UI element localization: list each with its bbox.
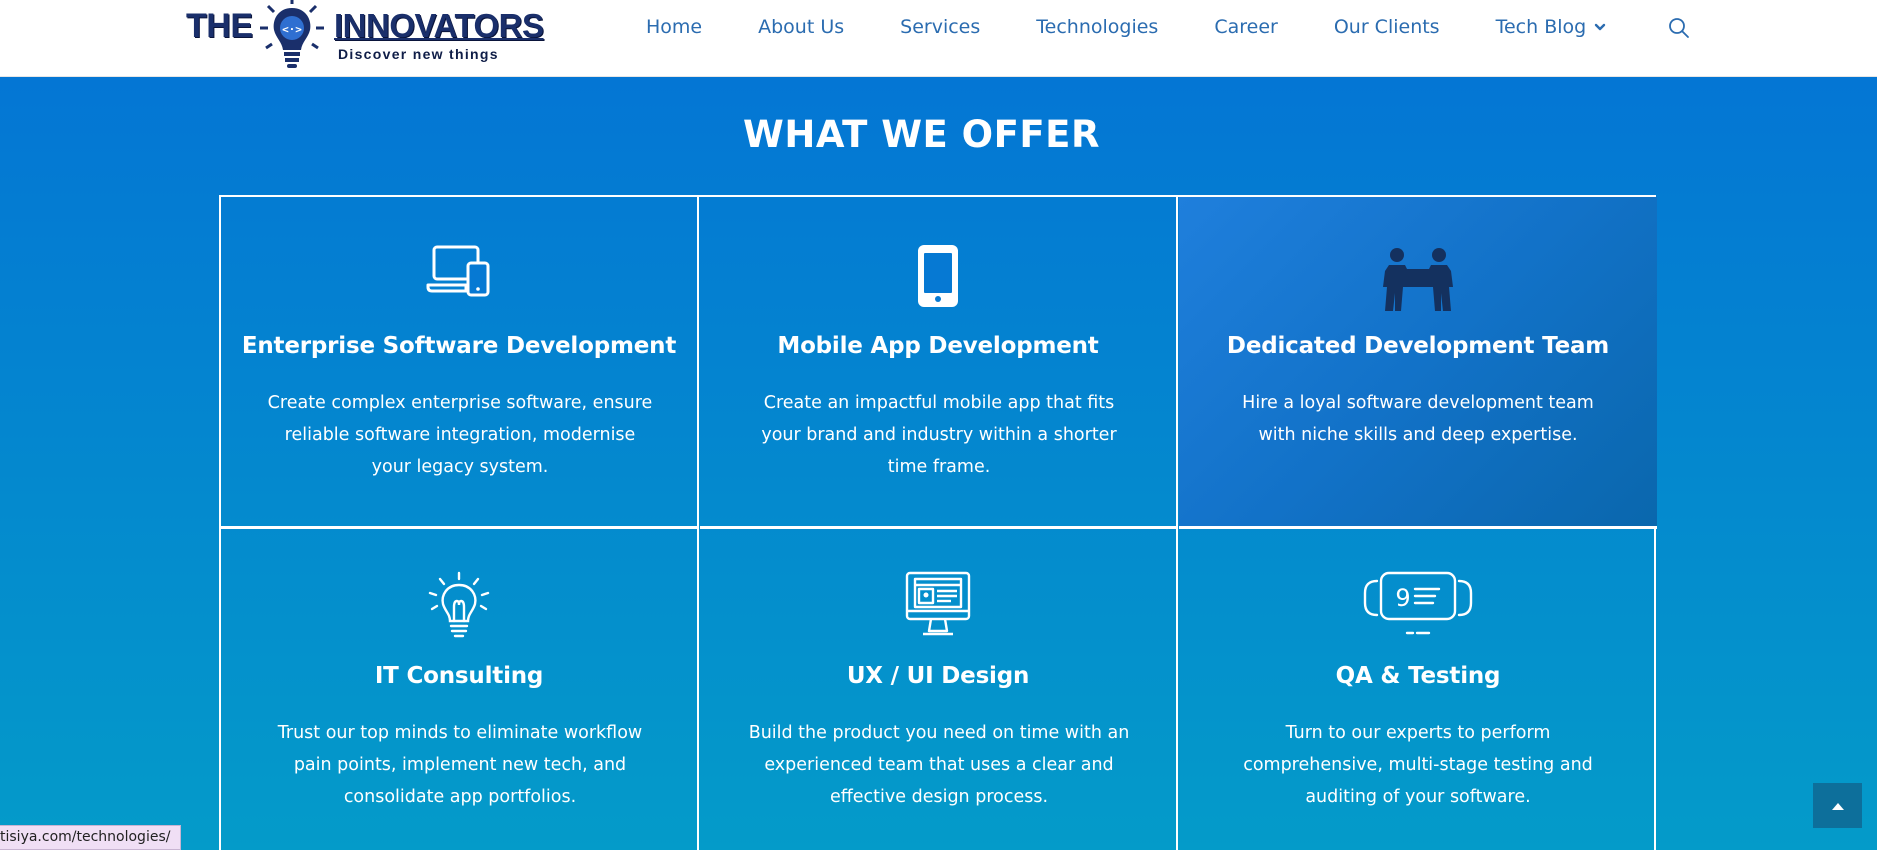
services-grid: Enterprise Software Development Create c… [219, 195, 1657, 850]
card-title: Mobile App Development [777, 333, 1099, 359]
nav-our-clients[interactable]: Our Clients [1334, 16, 1440, 38]
card-title: QA & Testing [1335, 663, 1501, 689]
card-ux-ui-design[interactable]: UX / UI Design Build the product you nee… [700, 529, 1178, 850]
svg-text:<·>: <·> [282, 23, 302, 36]
testing-icon: 9 [1363, 571, 1473, 635]
lightbulb-icon [428, 571, 490, 638]
logo-tagline: Discover new things [338, 46, 499, 62]
card-title: UX / UI Design [846, 663, 1030, 689]
team-icon [1383, 248, 1453, 311]
card-description: Hire a loyal software development team w… [1242, 393, 1594, 445]
scroll-to-top-button[interactable] [1813, 783, 1862, 828]
status-bar-url: tisiya.com/technologies/ [0, 825, 182, 850]
card-title: IT Consulting [374, 663, 544, 689]
card-description: Trust our top minds to eliminate workflo… [277, 723, 643, 807]
card-dedicated-team[interactable]: Dedicated Development Team Hire a loyal … [1179, 197, 1657, 529]
card-description: Build the product you need on time with … [748, 723, 1130, 807]
nav-tech-blog[interactable]: Tech Blog [1496, 16, 1607, 38]
nav-services[interactable]: Services [900, 16, 980, 38]
chevron-up-icon [1831, 802, 1844, 810]
card-description: Create an impactful mobile app that fits… [761, 393, 1117, 477]
nav-tech-blog-label: Tech Blog [1495, 16, 1587, 38]
what-we-offer-section: WHAT WE OFFER Enterprise Software Develo… [0, 77, 1877, 850]
devices-icon [426, 245, 490, 297]
main-nav: Home About Us Services Technologies Care… [646, 16, 1606, 38]
search-icon[interactable] [1667, 16, 1691, 40]
card-qa-testing[interactable]: 9 QA & Testing Turn to our experts to pe… [1179, 529, 1657, 850]
card-title: Enterprise Software Development [241, 333, 677, 359]
logo-brand-left: THE [186, 7, 253, 45]
lightbulb-logo-icon: <·> [260, 0, 324, 68]
site-header: THE <·> INNOVATORS Discover new things H… [0, 0, 1877, 77]
smartphone-icon [918, 245, 958, 307]
nav-technologies[interactable]: Technologies [1036, 16, 1158, 38]
nav-career[interactable]: Career [1214, 16, 1278, 38]
card-description: Create complex enterprise software, ensu… [267, 393, 653, 477]
card-mobile-app[interactable]: Mobile App Development Create an impactf… [700, 197, 1178, 529]
site-logo[interactable]: THE <·> INNOVATORS Discover new things [186, 0, 544, 72]
card-description: Turn to our experts to perform comprehen… [1243, 723, 1593, 807]
card-enterprise-software[interactable]: Enterprise Software Development Create c… [221, 197, 699, 529]
svg-text:9: 9 [1395, 584, 1410, 612]
chevron-down-icon [1594, 23, 1606, 31]
logo-brand-right: INNOVATORS [334, 7, 544, 44]
nav-about-us[interactable]: About Us [758, 16, 844, 38]
section-title: WHAT WE OFFER [743, 113, 1100, 156]
monitor-design-icon [905, 571, 971, 636]
card-it-consulting[interactable]: IT Consulting Trust our top minds to eli… [221, 529, 699, 850]
nav-home[interactable]: Home [646, 16, 702, 38]
card-title: Dedicated Development Team [1226, 333, 1610, 359]
